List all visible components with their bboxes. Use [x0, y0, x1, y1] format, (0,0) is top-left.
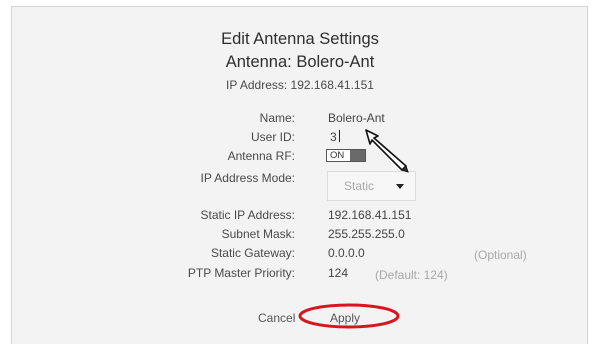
optional-hint: (Optional): [474, 248, 527, 262]
user-id-field[interactable]: 3: [330, 130, 340, 144]
subnet-mask-label: Subnet Mask:: [221, 227, 295, 241]
chevron-down-icon: [396, 184, 404, 189]
ptp-priority-label: PTP Master Priority:: [187, 266, 295, 280]
ip-address-mode-label: IP Address Mode:: [200, 171, 296, 185]
static-gateway-field[interactable]: 0.0.0.0: [328, 246, 365, 260]
user-id-value: 3: [330, 130, 337, 144]
static-gateway-label: Static Gateway:: [210, 246, 295, 260]
static-ip-field[interactable]: 192.168.41.151: [328, 208, 411, 222]
name-field[interactable]: Bolero-Ant: [328, 111, 385, 125]
ptp-priority-field[interactable]: 124: [328, 266, 348, 280]
antenna-rf-label: Antenna RF:: [227, 149, 295, 163]
ip-address-heading: IP Address: 192.168.41.151: [226, 78, 374, 92]
default-hint: (Default: 124): [375, 268, 448, 282]
mouse-pointer-icon: [365, 129, 409, 173]
highlight-ellipse: [298, 303, 400, 329]
ip-address-mode-value: Static: [344, 179, 375, 193]
static-ip-label: Static IP Address:: [200, 208, 296, 222]
toggle-knob: [350, 150, 365, 161]
text-caret: [338, 130, 340, 142]
name-label: Name:: [259, 111, 295, 125]
cancel-button[interactable]: Cancel: [258, 311, 295, 325]
antenna-name-heading: Antenna: Bolero-Ant: [225, 53, 375, 71]
dialog-title: Edit Antenna Settings: [221, 30, 379, 48]
toggle-state-text: ON: [330, 150, 345, 161]
subnet-mask-field[interactable]: 255.255.255.0: [328, 227, 405, 241]
antenna-rf-toggle[interactable]: ON: [326, 149, 366, 162]
user-id-label: User ID:: [250, 130, 295, 144]
